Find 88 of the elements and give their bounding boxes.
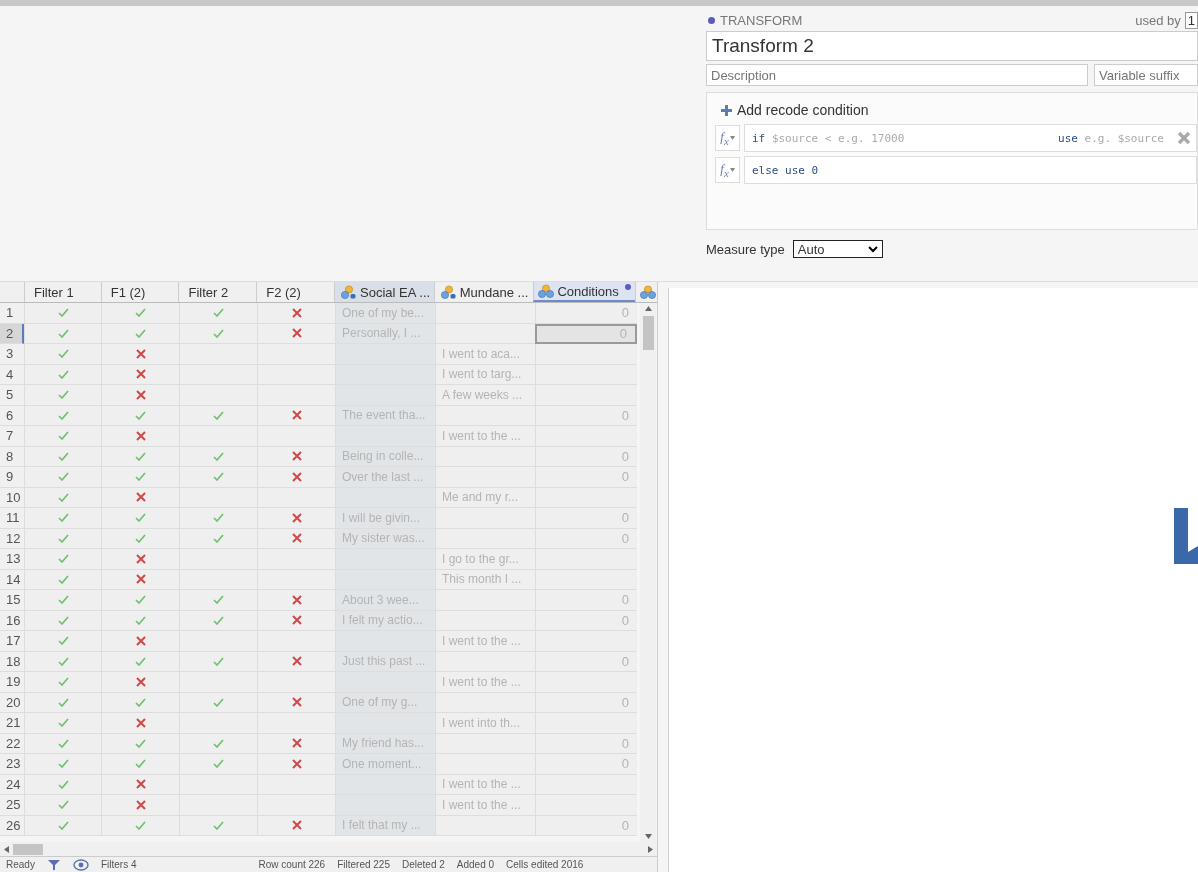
row-number[interactable]: 8 xyxy=(0,446,24,467)
table-cell: 0 xyxy=(535,651,637,672)
table-cell: 0 xyxy=(535,508,637,529)
column-header[interactable] xyxy=(635,282,657,302)
row-number[interactable]: 25 xyxy=(0,795,24,816)
table-cell: 0 xyxy=(535,303,637,324)
row-number[interactable]: 23 xyxy=(0,754,24,775)
row-number[interactable]: 7 xyxy=(0,426,24,447)
condition-field[interactable]: else use 0 xyxy=(744,156,1197,184)
table-cell: 0 xyxy=(535,405,637,426)
scroll-left-icon[interactable] xyxy=(4,845,9,853)
caret-icon xyxy=(729,136,735,140)
row-number[interactable]: 21 xyxy=(0,713,24,734)
description-field[interactable]: Description xyxy=(706,64,1088,86)
row-number[interactable]: 13 xyxy=(0,549,24,570)
row-number[interactable]: 12 xyxy=(0,528,24,549)
column-header[interactable]: Social EA ... xyxy=(334,282,434,302)
status-text: Row count 226 xyxy=(258,859,326,870)
row-number[interactable]: 3 xyxy=(0,344,24,365)
table-cell: 0 xyxy=(535,815,637,836)
chevron-icon xyxy=(867,245,878,253)
row-number[interactable]: 22 xyxy=(0,733,24,754)
status-text: Filtered 225 xyxy=(337,859,390,870)
row-number[interactable]: 4 xyxy=(0,364,24,385)
function-button[interactable]: f$_{x}$ xyxy=(715,157,740,183)
status-dot-icon xyxy=(708,16,715,24)
used-by-field[interactable]: 1 xyxy=(1184,11,1198,29)
plus-icon xyxy=(721,104,732,116)
vertical-scrollbar[interactable] xyxy=(640,303,656,842)
status-text: Cells edited 2016 xyxy=(506,859,584,870)
scrollbar-thumb[interactable] xyxy=(13,843,43,855)
table-cell: Me and my r... xyxy=(435,487,535,508)
table-cell: 0 xyxy=(535,754,637,775)
row-number[interactable]: 26 xyxy=(0,815,24,836)
status-text: Deleted 2 xyxy=(402,859,445,870)
status-text: Added 0 xyxy=(456,859,495,870)
table-cell: 0 xyxy=(535,733,637,754)
suffix-field[interactable]: Variable suffix xyxy=(1094,64,1198,86)
variable-icon xyxy=(440,285,457,299)
column-header[interactable]: Filter 2 xyxy=(178,282,257,302)
name-field[interactable]: Transform 2 xyxy=(706,31,1198,61)
table-cell: 0 xyxy=(535,692,637,713)
row-number[interactable]: 24 xyxy=(0,774,24,795)
row-number[interactable]: 1 xyxy=(0,303,24,324)
used-by-label: used by xyxy=(1135,12,1181,28)
table-cell: 0 xyxy=(535,590,637,611)
column-header[interactable]: Conditions xyxy=(533,282,636,302)
section-title: TRANSFORM xyxy=(720,12,803,28)
table-cell: This month I ... xyxy=(435,569,535,590)
row-number[interactable]: 9 xyxy=(0,467,24,488)
delete-icon[interactable] xyxy=(1177,131,1191,145)
scroll-up-icon[interactable] xyxy=(644,306,652,311)
scroll-down-icon[interactable] xyxy=(644,834,652,839)
variable-icon xyxy=(538,284,555,298)
variable-icon xyxy=(640,285,657,299)
status-text: Filters 4 xyxy=(100,859,137,870)
row-number[interactable]: 19 xyxy=(0,672,24,693)
row-number[interactable]: 2 xyxy=(0,323,24,344)
scrollbar-thumb[interactable] xyxy=(642,316,654,350)
variable-icon xyxy=(341,285,357,299)
row-number[interactable]: 18 xyxy=(0,651,24,672)
table-cell: 0 xyxy=(535,446,637,467)
add-condition-button[interactable]: Add recode condition xyxy=(715,100,869,120)
measure-type-label: Measure type xyxy=(706,241,785,257)
caret-icon xyxy=(729,168,735,172)
table-cell: 0 xyxy=(535,467,637,488)
horizontal-scrollbar[interactable] xyxy=(0,842,657,856)
table-cell: 0 xyxy=(535,528,637,549)
status-text: Ready xyxy=(6,859,35,870)
column-header[interactable]: F1 (2) xyxy=(100,282,179,302)
row-number[interactable]: 14 xyxy=(0,569,24,590)
measure-type-select[interactable]: Auto xyxy=(792,240,883,258)
row-number[interactable]: 10 xyxy=(0,487,24,508)
table-cell: 0 xyxy=(535,610,637,631)
row-number[interactable]: 17 xyxy=(0,631,24,652)
scroll-right-icon[interactable] xyxy=(648,845,653,853)
condition-field[interactable]: if $source < e.g. 17000 use e.g. $source xyxy=(744,124,1197,152)
row-number[interactable]: 5 xyxy=(0,385,24,406)
table-cell: A few weeks ... xyxy=(435,385,535,406)
row-number[interactable]: 20 xyxy=(0,692,24,713)
column-header[interactable]: Filter 1 xyxy=(23,282,101,302)
row-number[interactable]: 15 xyxy=(0,590,24,611)
eye-icon[interactable] xyxy=(72,858,89,871)
filter-icon[interactable] xyxy=(46,858,61,871)
row-number[interactable]: 6 xyxy=(0,405,24,426)
row-number[interactable]: 16 xyxy=(0,610,24,631)
row-number[interactable]: 11 xyxy=(0,508,24,529)
function-button[interactable]: f$_{x}$ xyxy=(715,125,740,151)
